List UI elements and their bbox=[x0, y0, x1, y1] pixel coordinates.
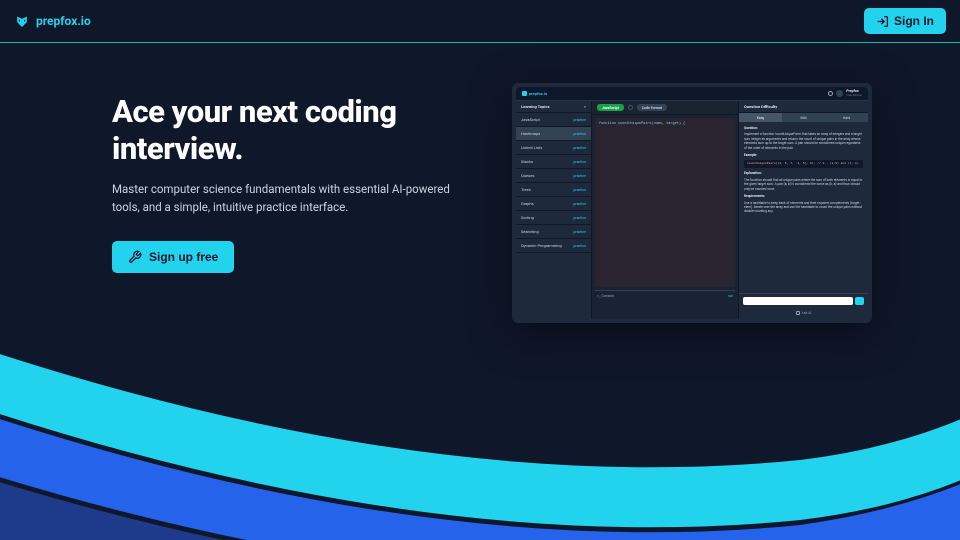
preview-diff-tab: Mid bbox=[782, 113, 825, 122]
preview-topic-badge: practice bbox=[573, 216, 586, 220]
tools-icon bbox=[128, 250, 142, 264]
hero: Ace your next coding interview. Master c… bbox=[112, 83, 462, 323]
preview-topic-badge: practice bbox=[573, 230, 586, 234]
preview-topic-name: Trees bbox=[521, 187, 531, 192]
preview-fox-icon bbox=[522, 91, 527, 96]
preview-send-button bbox=[855, 297, 864, 305]
preview-diff-tab: Easy bbox=[739, 113, 782, 122]
preview-q-body: Implement a function 'countUniquePairs' … bbox=[744, 132, 863, 150]
preview-expl-title: Explanation: bbox=[744, 171, 863, 175]
preview-format-pill: Code Format bbox=[637, 104, 667, 111]
preview-console: >_ Console run bbox=[595, 290, 735, 316]
preview-ex-code: countUniquePairs([1, 5, 7, -1, 5], 6); /… bbox=[744, 160, 863, 168]
preview-topic-name: Queues bbox=[521, 173, 534, 178]
preview-topic-name: Dynamic Programming bbox=[521, 243, 562, 248]
preview-ai-row: Ask AI bbox=[739, 308, 868, 319]
hero-title: Ace your next coding interview. bbox=[112, 93, 462, 167]
preview-difficulty-tabs: EasyMidHard bbox=[739, 113, 868, 122]
preview-topic-name: Graphs bbox=[521, 201, 534, 206]
ai-icon bbox=[796, 311, 800, 315]
signin-button[interactable]: Sign In bbox=[864, 8, 946, 34]
preview-diff-tab: Hard bbox=[825, 113, 868, 122]
preview-req-body: Use a hashtable to keep track of element… bbox=[744, 201, 863, 214]
preview-topic-badge: practice bbox=[573, 146, 586, 150]
preview-q-title: Question: bbox=[744, 126, 863, 130]
hero-subtitle: Master computer science fundamentals wit… bbox=[112, 181, 462, 217]
preview-editor: JavaScript Code Format function countUni… bbox=[592, 101, 738, 319]
brand-text: prepfox.io bbox=[36, 14, 91, 28]
preview-topic-item: Searching practice bbox=[516, 225, 591, 239]
preview-code-line: function countUniquePairs(nums, target) … bbox=[599, 122, 731, 126]
preview-header: prepfox.io Prepfox Free Edition bbox=[516, 87, 868, 101]
preview-topic-item: JavaScript practice bbox=[516, 113, 591, 127]
signup-label: Sign up free bbox=[149, 250, 218, 264]
preview-topic-item: Sorting practice bbox=[516, 211, 591, 225]
preview-code-area: function countUniquePairs(nums, target) … bbox=[595, 118, 735, 287]
preview-format-dot-icon bbox=[628, 105, 633, 110]
preview-topic-badge: practice bbox=[573, 174, 586, 178]
preview-topic-item: Hashmaps practice bbox=[516, 127, 591, 141]
preview-window: prepfox.io Prepfox Free Edition Learning… bbox=[516, 87, 868, 319]
signin-icon bbox=[876, 15, 889, 28]
preview-ai-label: Ask AI bbox=[802, 311, 812, 315]
preview-topic-badge: practice bbox=[573, 244, 586, 248]
preview-topic-badge: practice bbox=[573, 118, 586, 122]
fox-logo-icon bbox=[14, 13, 30, 29]
preview-right-panel: Question Difficulty EasyMidHard Question… bbox=[738, 101, 868, 319]
preview-run-label: run bbox=[728, 294, 733, 298]
preview-lang-pill: JavaScript bbox=[597, 104, 624, 111]
preview-user-role: Free Edition bbox=[846, 94, 862, 97]
close-icon: × bbox=[584, 104, 586, 109]
preview-user: Prepfox Free Edition bbox=[828, 90, 862, 97]
preview-topic-badge: practice bbox=[573, 202, 586, 206]
preview-question: Question: Implement a function 'countUni… bbox=[739, 122, 868, 293]
preview-ex-title: Example: bbox=[744, 153, 863, 157]
preview-brand-text: prepfox.io bbox=[529, 91, 547, 96]
preview-sidebar: Learning Topics × JavaScriptpracticeHash… bbox=[516, 101, 592, 319]
preview-input-row bbox=[739, 293, 868, 308]
preview-brand: prepfox.io bbox=[522, 91, 547, 96]
preview-topic-name: Linked Lists bbox=[521, 145, 542, 150]
app-preview: prepfox.io Prepfox Free Edition Learning… bbox=[512, 83, 872, 323]
preview-topic-badge: practice bbox=[573, 188, 586, 192]
brand[interactable]: prepfox.io bbox=[14, 13, 91, 29]
preview-topic-name: JavaScript bbox=[521, 117, 540, 122]
preview-difficulty-label: Question Difficulty bbox=[739, 101, 868, 113]
preview-topic-name: Searching bbox=[521, 229, 539, 234]
preview-topic-list: JavaScriptpracticeHashmapspracticeLinked… bbox=[516, 113, 591, 253]
preview-user-text: Prepfox Free Edition bbox=[846, 90, 862, 97]
preview-editor-tabs: JavaScript Code Format bbox=[592, 101, 738, 115]
preview-topic-item: Graphs practice bbox=[516, 197, 591, 211]
signin-label: Sign In bbox=[894, 14, 934, 28]
preview-console-label: >_ Console bbox=[597, 294, 614, 298]
preview-search-icon bbox=[828, 91, 833, 96]
preview-topic-item: Dynamic Programming practice bbox=[516, 239, 591, 253]
preview-sidebar-head: Learning Topics × bbox=[516, 101, 591, 113]
main: Ace your next coding interview. Master c… bbox=[0, 43, 960, 323]
signup-button[interactable]: Sign up free bbox=[112, 241, 234, 273]
preview-req-title: Requirements: bbox=[744, 194, 863, 198]
preview-chat-input bbox=[743, 297, 853, 305]
preview-topic-item: Linked Lists practice bbox=[516, 141, 591, 155]
preview-expl-body: The function should find all unique pair… bbox=[744, 178, 863, 191]
preview-topic-name: Stacks bbox=[521, 159, 533, 164]
preview-topic-name: Sorting bbox=[521, 215, 534, 220]
preview-topic-badge: practice bbox=[573, 132, 586, 136]
preview-topic-badge: practice bbox=[573, 160, 586, 164]
preview-topic-item: Queues practice bbox=[516, 169, 591, 183]
preview-topic-item: Trees practice bbox=[516, 183, 591, 197]
preview-body: Learning Topics × JavaScriptpracticeHash… bbox=[516, 101, 868, 319]
preview-topic-item: Stacks practice bbox=[516, 155, 591, 169]
preview-topic-name: Hashmaps bbox=[521, 131, 540, 136]
preview-avatar-icon bbox=[836, 90, 843, 97]
header: prepfox.io Sign In bbox=[0, 0, 960, 43]
preview-sidebar-title: Learning Topics bbox=[521, 104, 550, 109]
